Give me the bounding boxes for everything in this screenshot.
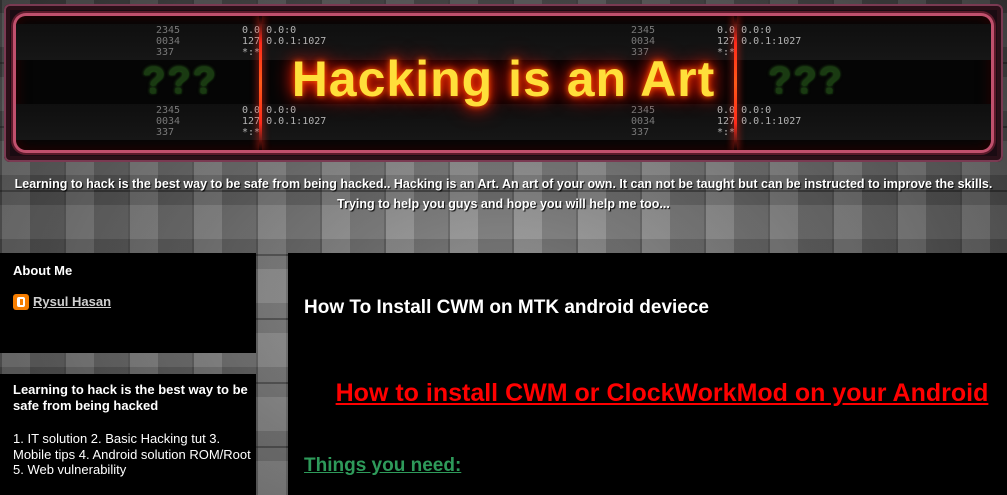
header-banner[interactable]: 2345 0034 337 0.0 0.0:0 127 0.0.1:1027 *… [16,16,991,150]
banner-code-text: 2345 0034 337 [156,105,181,138]
sidebar-text-widget: Learning to hack is the best way to be s… [0,374,256,495]
sidebar-about-me: About Me Rysul Hasan [0,253,256,353]
banner-code-text: 2345 0034 337 [631,105,656,138]
about-me-heading: About Me [13,263,73,278]
blogger-icon [13,294,29,310]
blog-description: Learning to hack is the best way to be s… [14,177,993,211]
banner-code-text: 0.0 0.0:0 127 0.0.1:1027 *:* [717,105,802,138]
banner-code-text: 0.0 0.0:0 127 0.0.1:1027 *:* [242,105,327,138]
profile-name-link[interactable]: Rysul Hasan [33,294,111,309]
post-panel: How To Install CWM on MTK android deviec… [288,253,1007,495]
widget-heading: Learning to hack is the best way to be s… [13,382,248,413]
things-you-need-heading: Things you need: [304,455,462,476]
blog-header: 2345 0034 337 0.0 0.0:0 127 0.0.1:1027 *… [4,4,1003,162]
post-heading: How to install CWM or ClockWorkMod on yo… [335,379,989,407]
post-title[interactable]: How To Install CWM on MTK android deviec… [304,297,709,319]
blog-title: Hacking is an Art [291,51,716,107]
widget-text: 1. IT solution 2. Basic Hacking tut 3. M… [13,431,251,477]
